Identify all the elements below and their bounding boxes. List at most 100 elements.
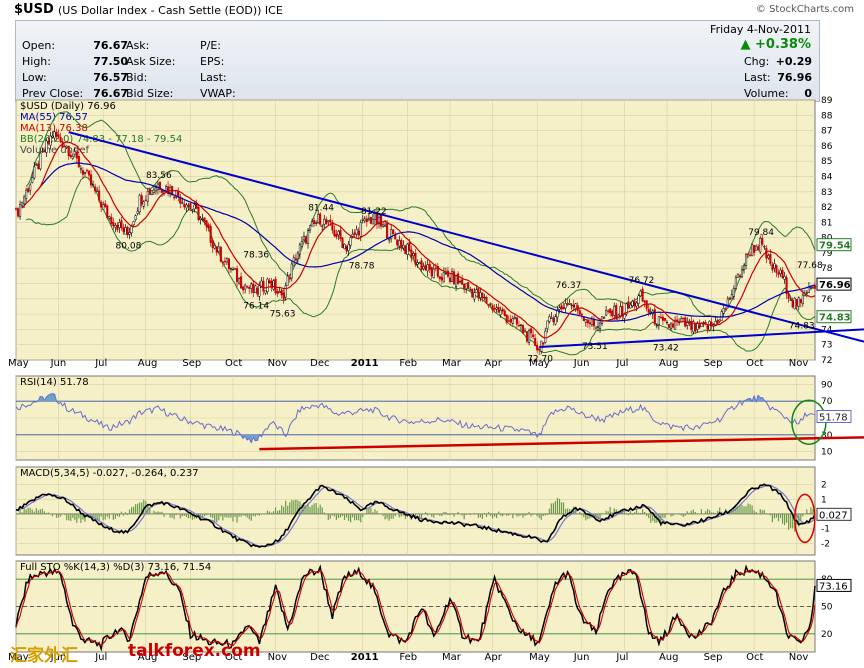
candle-body — [181, 202, 184, 204]
candle-body — [779, 269, 782, 274]
candle-body — [23, 196, 26, 204]
candle-body — [763, 246, 766, 248]
candle-body — [83, 172, 86, 174]
candle-body — [489, 303, 492, 305]
x-tick-label: May — [8, 358, 29, 369]
candle-body — [388, 238, 391, 241]
candle-body — [627, 301, 630, 309]
price-tag: 74.83 — [819, 313, 851, 324]
y-tick-label: 2 — [821, 481, 827, 491]
candle-body — [755, 245, 758, 251]
candle-body — [191, 209, 194, 211]
candle-body — [422, 266, 425, 269]
candle-body — [661, 316, 664, 321]
candle-body — [440, 276, 443, 281]
x-tick-label: Sep — [704, 358, 723, 369]
candle-body — [749, 254, 752, 256]
candle-body — [663, 318, 666, 321]
candle-body — [284, 285, 287, 298]
candle-body — [219, 246, 222, 262]
candle-body — [235, 268, 239, 282]
candle-body — [495, 307, 498, 310]
candle-body — [221, 261, 224, 264]
candle-body — [333, 229, 336, 237]
candle-body — [138, 194, 141, 213]
price-tag: 76.96 — [819, 280, 851, 291]
candle-body — [791, 300, 794, 308]
candle-body — [77, 155, 80, 168]
candle-body — [459, 280, 462, 283]
candle-body — [296, 252, 299, 260]
candle-body — [209, 226, 212, 243]
candle-body — [491, 305, 494, 311]
candle-body — [548, 316, 551, 322]
candle-body — [574, 303, 577, 309]
candle-body — [568, 302, 571, 305]
candle-body — [14, 208, 18, 210]
candle-body — [598, 322, 602, 329]
candle-body — [240, 276, 243, 289]
candle-body — [126, 226, 129, 236]
candle-body — [448, 277, 452, 283]
candle-body — [144, 199, 147, 201]
candle-body — [570, 304, 573, 307]
candle-body — [753, 245, 756, 253]
candle-body — [355, 228, 358, 235]
y-tick-label: 82 — [821, 203, 832, 213]
candle-body — [120, 220, 123, 229]
candle-body — [365, 218, 368, 222]
candle-body — [325, 219, 328, 225]
candle-body — [98, 190, 101, 201]
candle-body — [341, 237, 344, 248]
y-tick-label: 20 — [821, 630, 833, 640]
candle-body — [578, 310, 581, 315]
candle-body — [469, 289, 472, 291]
candle-body — [386, 223, 389, 239]
candle-body — [751, 244, 754, 257]
candle-body — [455, 275, 458, 287]
candle-body — [471, 288, 474, 298]
candle-body — [258, 285, 261, 297]
candle-body — [594, 326, 598, 329]
y-tick-label: 88 — [821, 111, 833, 121]
candle-body — [173, 196, 176, 199]
candle-body — [637, 295, 640, 304]
candle-body — [363, 218, 366, 222]
candle-body — [37, 163, 40, 170]
candle-body — [67, 146, 70, 157]
price-annotation: 83.56 — [146, 171, 172, 181]
candle-body — [483, 296, 486, 299]
candle-body — [382, 224, 385, 227]
candle-body — [463, 283, 466, 289]
candle-body — [31, 177, 34, 184]
candle-body — [452, 271, 456, 285]
candle-body — [580, 313, 583, 316]
candle-body — [319, 213, 322, 225]
candle-body — [69, 154, 72, 157]
candle-body — [511, 318, 514, 324]
y-tick-label: 50 — [821, 603, 833, 613]
candle-body — [134, 215, 137, 220]
x-tick-label-bottom: Feb — [399, 652, 417, 663]
candle-body — [282, 292, 285, 300]
candle-body — [528, 330, 531, 343]
candle-body — [615, 305, 618, 320]
candle-body — [493, 307, 496, 310]
candle-body — [799, 298, 802, 304]
candle-body — [787, 293, 790, 299]
candle-body — [596, 326, 600, 328]
candle-body — [396, 239, 399, 246]
candle-body — [809, 287, 812, 289]
y-tick-label: 87 — [821, 127, 832, 137]
candle-body — [665, 321, 669, 324]
candle-body — [353, 232, 356, 235]
candle-body — [432, 268, 435, 279]
candle-body — [304, 236, 308, 244]
candle-body — [795, 298, 798, 307]
candle-body — [641, 288, 644, 302]
candle-body — [49, 135, 52, 146]
candle-body — [327, 220, 330, 223]
candle-body — [479, 292, 482, 298]
x-tick-label: Jul — [94, 358, 107, 369]
candle-body — [412, 253, 415, 256]
